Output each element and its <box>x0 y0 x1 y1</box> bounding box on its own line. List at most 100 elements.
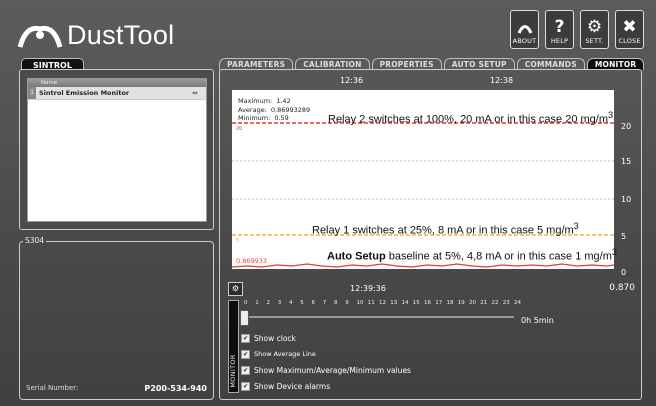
serial-number-value: P200-534-940 <box>144 384 207 393</box>
min-label: Minimum: <box>238 114 271 122</box>
show-average-option[interactable]: ✔ Show Average Line <box>241 346 411 362</box>
usb-icon: ⇹ <box>192 89 198 97</box>
monitor-settings-button[interactable]: ⚙ <box>228 282 243 296</box>
scale-number: 3 <box>277 300 282 306</box>
dusttool-logo-icon <box>18 25 62 48</box>
scale-number: 4 <box>289 300 293 306</box>
avg-value: 0.86993289 <box>270 105 311 114</box>
y-tick-5: 5 <box>621 232 627 241</box>
scale-number: 10 <box>356 300 364 306</box>
relay2-tick-label: 20 <box>236 126 243 132</box>
scale-number: 12 <box>379 300 386 306</box>
scale-number: 5 <box>300 300 304 306</box>
relay1-annotation: Relay 1 switches at 25%, 8 mA or in this… <box>312 221 579 237</box>
time-slider-track[interactable] <box>244 316 514 318</box>
list-item-name: Sintrol Emission Monitor <box>39 89 130 97</box>
scale-number: 13 <box>390 300 398 306</box>
help-label: HELP <box>550 37 569 45</box>
scale-number: 0 <box>244 300 248 306</box>
scale-number: 16 <box>424 300 431 306</box>
scale-number: 19 <box>457 300 465 306</box>
device-info-group: S304 Serial Number: P200-534-940 <box>19 236 214 400</box>
about-button[interactable]: ABOUT <box>510 10 539 49</box>
relay1-text: Relay 1 switches at 25%, 8 mA or in this… <box>312 224 574 237</box>
show-average-checkbox[interactable]: ✔ <box>241 349 250 359</box>
top-toolbar: ABOUT ? HELP ⚙ SETT. ✖ CLOSE <box>510 10 644 49</box>
relay2-text: Relay 2 switches at 100%, 20 mA or in th… <box>328 113 609 126</box>
relay2-sup: 3 <box>608 110 614 120</box>
scale-number: 20 <box>469 300 476 306</box>
y-tick-10: 10 <box>621 195 632 204</box>
show-alarms-label: Show Device alarms <box>254 381 331 391</box>
monitor-control-bar: ⚙ 12:39:36 0.870 <box>228 282 640 296</box>
app-title: DustTool <box>67 20 175 50</box>
scale-number: 2 <box>266 300 271 306</box>
about-icon <box>517 25 532 34</box>
clock-time: 12:39:36 <box>350 284 386 293</box>
time-label-2: 12:38 <box>490 76 514 85</box>
scale-number: 15 <box>412 300 420 306</box>
list-item[interactable]: 1 Sintrol Emission Monitor ⇹ <box>28 87 206 100</box>
scale-number: 18 <box>446 300 454 306</box>
scale-number: 24 <box>514 300 521 306</box>
device-list: Name 1 Sintrol Emission Monitor ⇹ <box>27 78 207 222</box>
y-tick-0: 0 <box>621 268 627 277</box>
scale-number: 17 <box>435 300 443 306</box>
baseline-annotation: Auto Setup baseline at 5%, 4,8 mA or in … <box>327 247 617 263</box>
monitor-side-tab[interactable]: MONITOR <box>228 300 239 393</box>
max-value: 1.42 <box>276 97 291 105</box>
group-legend: S304 <box>23 236 47 245</box>
close-button[interactable]: ✖ CLOSE <box>615 10 644 49</box>
show-clock-label: Show clock <box>254 333 296 343</box>
show-clock-checkbox[interactable]: ✔ <box>241 333 250 343</box>
time-scale: 0 1 2 3 4 5 6 7 8 9 10 11 12 13 14 15 16 17 18 19 20 21 22 23 24 <box>244 300 521 330</box>
time-label-1: 12:36 <box>340 76 364 85</box>
gear-icon: ⚙ <box>231 284 240 293</box>
show-alarms-option[interactable]: ✔ Show Device alarms <box>241 378 411 394</box>
monitor-options: ✔ Show clock ✔ Show Average Line ✔ Show Max… <box>241 330 411 394</box>
show-max-avg-min-checkbox[interactable]: ✔ <box>241 365 250 375</box>
dusttool-window: DustTool ABOUT ? HELP ⚙ SETT. ✖ CLOSE SI… <box>0 0 656 406</box>
serial-number-label: Serial Number: <box>26 384 79 392</box>
device-panel: Name 1 Sintrol Emission Monitor ⇹ <box>19 69 214 230</box>
relay1-sup: 3 <box>573 221 579 231</box>
help-button[interactable]: ? HELP <box>545 10 574 49</box>
settings-button[interactable]: ⚙ SETT. <box>580 10 609 49</box>
scale-number: 6 <box>311 300 316 306</box>
y-tick-15: 15 <box>621 157 632 166</box>
baseline-sup: 3 <box>611 247 617 257</box>
show-clock-option[interactable]: ✔ Show clock <box>241 330 411 346</box>
help-icon: ? <box>554 17 565 37</box>
list-header-name[interactable]: Name <box>28 79 206 87</box>
logo: DustTool <box>18 20 174 51</box>
duration-label: 0h 5min <box>521 316 554 325</box>
scale-number: 22 <box>491 300 499 306</box>
monitor-chart: Maximum: 1.42 Average: 0.86993289 Minimum:… <box>232 90 617 269</box>
close-icon: ✖ <box>622 17 637 37</box>
show-max-avg-min-label: Show Maximum/Average/Minimum values <box>254 365 411 375</box>
list-item-index: 1 <box>28 87 36 99</box>
signal-line <box>232 263 614 268</box>
stats-box: Maximum: 1.42 Average: 0.86993289 Minimum:… <box>238 97 310 123</box>
baseline-text: baseline at 5%, 4,8 mA or in this case 1… <box>385 250 612 263</box>
relay2-annotation: Relay 2 switches at 100%, 20 mA or in th… <box>328 110 613 126</box>
y-tick-20: 20 <box>621 122 632 131</box>
scale-number: 7 <box>322 300 327 306</box>
baseline-value: 0.869933 <box>236 257 268 265</box>
scale-number: 11 <box>367 300 375 306</box>
avg-label: Average: <box>238 105 267 114</box>
show-alarms-checkbox[interactable]: ✔ <box>241 381 250 391</box>
scale-number: 1 <box>255 300 259 306</box>
min-value: 0.59 <box>274 114 289 122</box>
monitor-side-label: MONITOR <box>229 354 237 388</box>
show-max-avg-min-option[interactable]: ✔ Show Maximum/Average/Minimum values <box>241 362 411 378</box>
max-label: Maximum: <box>238 97 273 105</box>
scale-number: 23 <box>502 300 510 306</box>
settings-label: SETT. <box>585 37 604 45</box>
scale-number: 8 <box>334 300 338 306</box>
time-slider-thumb[interactable] <box>240 310 249 326</box>
about-label: ABOUT <box>512 37 537 45</box>
settings-gear-icon: ⚙ <box>586 17 603 37</box>
baseline-bold: Auto Setup <box>327 250 386 263</box>
current-value: 0.870 <box>609 283 635 293</box>
